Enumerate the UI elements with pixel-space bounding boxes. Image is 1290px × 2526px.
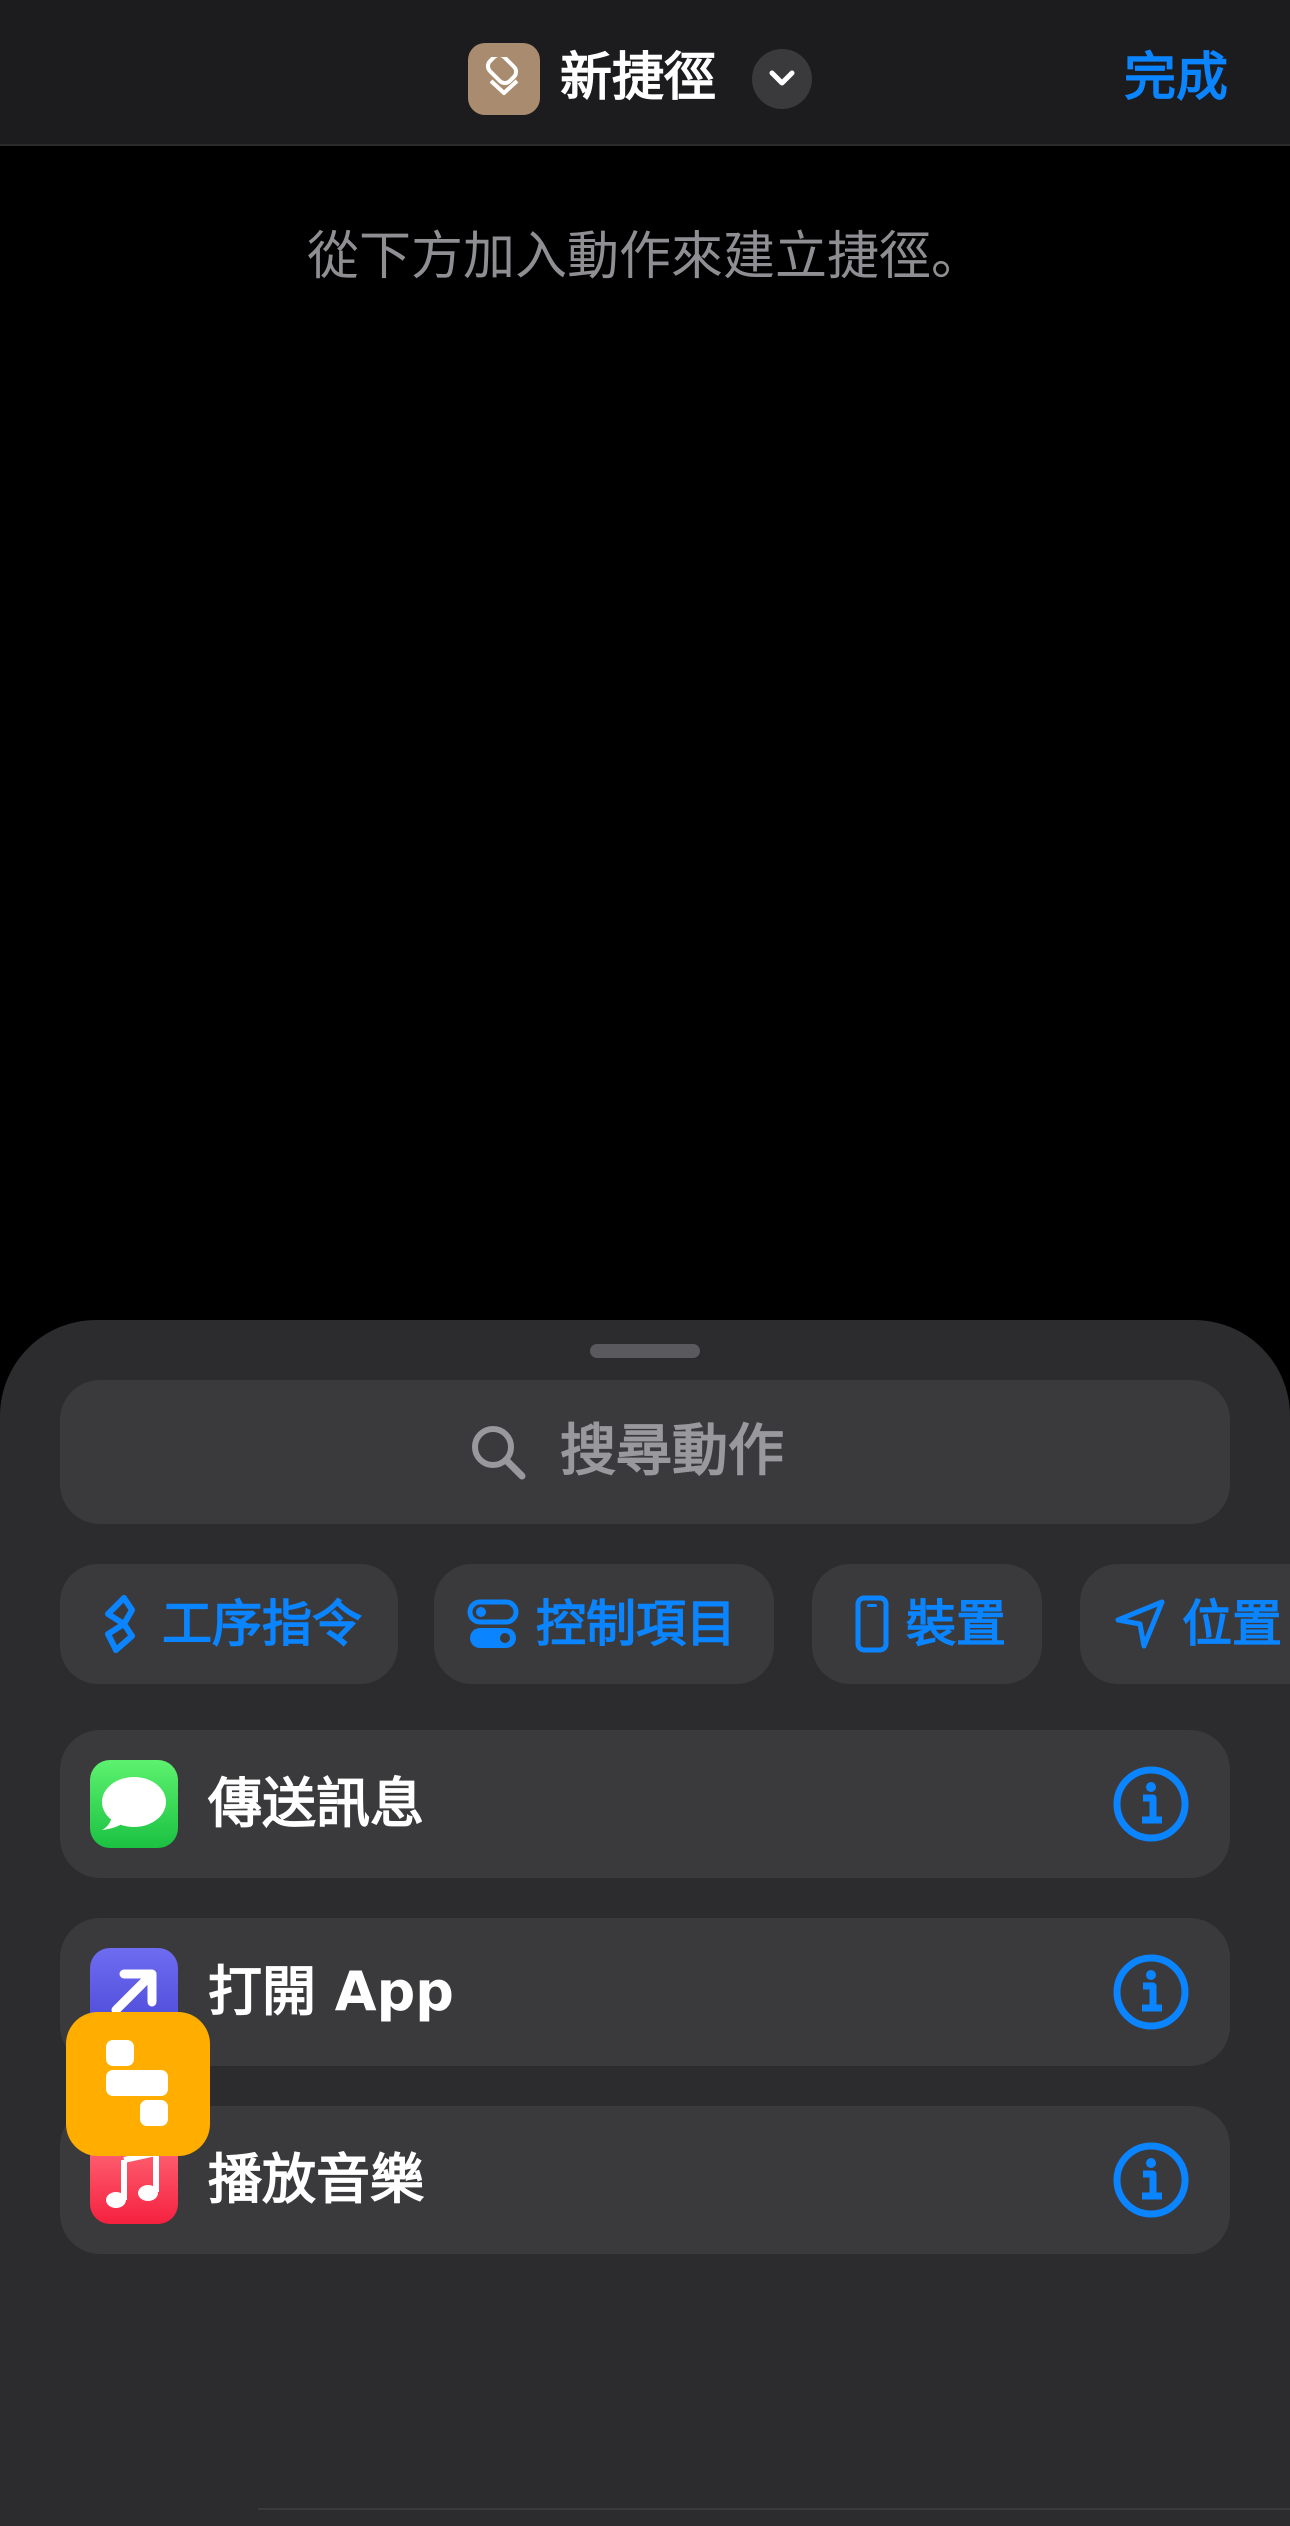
shortcuts-icon[interactable] bbox=[468, 43, 540, 115]
info-icon[interactable] bbox=[1112, 2141, 1190, 2219]
navigation-bar: 新捷徑 完成 bbox=[0, 0, 1290, 146]
category-chip-scripting[interactable]: 工序指令 bbox=[60, 1564, 398, 1684]
action-row-open-app[interactable]: 打開 App bbox=[60, 1918, 1230, 2066]
sheet-grabber[interactable] bbox=[590, 1344, 700, 1358]
search-field[interactable]: 搜尋動作 bbox=[60, 1380, 1230, 1524]
app-blocks-icon[interactable] bbox=[66, 2012, 210, 2156]
category-chip-label: 工序指令 bbox=[162, 1595, 362, 1653]
script-icon bbox=[105, 1595, 135, 1653]
info-icon[interactable] bbox=[1112, 1953, 1190, 2031]
iphone-icon bbox=[855, 1595, 889, 1653]
messages-icon bbox=[90, 1760, 178, 1848]
search-icon bbox=[472, 1426, 526, 1480]
info-icon[interactable] bbox=[1112, 1765, 1190, 1843]
action-label: 傳送訊息 bbox=[208, 1772, 424, 1835]
shortcut-title[interactable]: 新捷徑 bbox=[560, 42, 716, 114]
category-chip-device[interactable]: 裝置 bbox=[812, 1564, 1042, 1684]
chevron-down-icon[interactable] bbox=[752, 49, 812, 109]
bottom-separator bbox=[258, 2508, 1290, 2510]
empty-state-hint: 從下方加入動作來建立捷徑。 bbox=[306, 227, 983, 287]
done-button[interactable]: 完成 bbox=[1124, 42, 1228, 114]
category-chip-location[interactable]: 位置 bbox=[1080, 1564, 1290, 1684]
action-label: 打開 App bbox=[208, 1960, 454, 2023]
category-chip-label: 控制項目 bbox=[536, 1595, 736, 1653]
toggles-icon bbox=[467, 1599, 519, 1648]
action-label: 播放音樂 bbox=[208, 2148, 424, 2211]
category-chip-controls[interactable]: 控制項目 bbox=[434, 1564, 774, 1684]
search-placeholder: 搜尋動作 bbox=[560, 1419, 784, 1484]
category-chip-label: 位置 bbox=[1182, 1595, 1282, 1653]
category-chip-label: 裝置 bbox=[906, 1595, 1006, 1653]
actions-sheet: 搜尋動作 工序指令 控制項目 裝置 位置 傳送訊息 打開 App 播放音樂 bbox=[0, 1320, 1290, 2526]
action-row-send-message[interactable]: 傳送訊息 bbox=[60, 1730, 1230, 1878]
location-arrow-icon bbox=[1115, 1599, 1165, 1649]
action-row-play-music[interactable]: 播放音樂 bbox=[60, 2106, 1230, 2254]
